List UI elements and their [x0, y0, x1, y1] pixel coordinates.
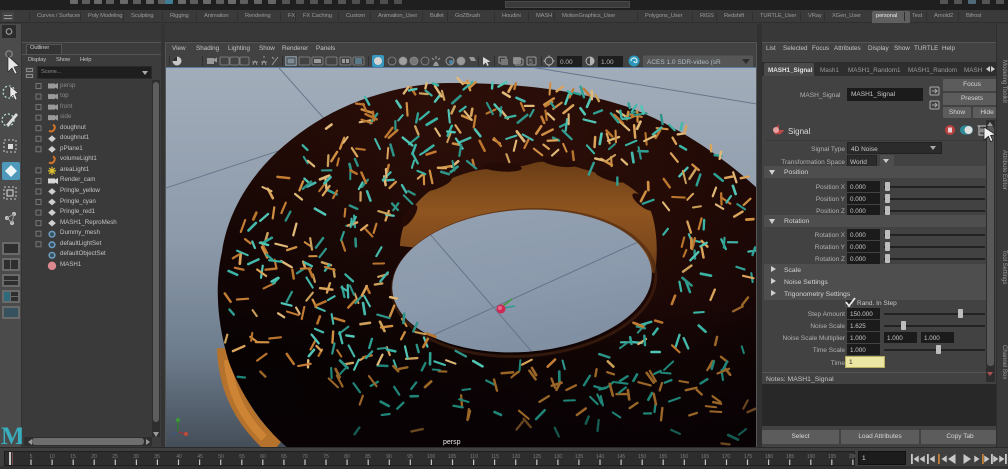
- svg-text:ACES 1.0 SDR-video (sR: ACES 1.0 SDR-video (sR: [647, 59, 721, 66]
- svg-text:190: 190: [807, 454, 816, 460]
- svg-text:80: 80: [344, 454, 350, 460]
- svg-text:15: 15: [70, 454, 76, 460]
- svg-text:175: 175: [744, 454, 753, 460]
- svg-text:5: 5: [30, 454, 33, 460]
- svg-text:55: 55: [239, 454, 245, 460]
- svg-text:0.00: 0.00: [560, 59, 573, 66]
- svg-text:160: 160: [680, 454, 689, 460]
- svg-text:1.00: 1.00: [601, 59, 614, 66]
- svg-text:75: 75: [323, 454, 329, 460]
- svg-text:100: 100: [427, 454, 436, 460]
- svg-text:95: 95: [407, 454, 413, 460]
- svg-text:140: 140: [596, 454, 605, 460]
- svg-text:170: 170: [722, 454, 731, 460]
- svg-text:35: 35: [154, 454, 160, 460]
- svg-text:20: 20: [91, 454, 97, 460]
- svg-text:115: 115: [491, 454, 499, 460]
- svg-text:135: 135: [575, 454, 584, 460]
- svg-text:155: 155: [659, 454, 668, 460]
- svg-text:30: 30: [133, 454, 139, 460]
- svg-text:70: 70: [302, 454, 308, 460]
- svg-text:110: 110: [470, 454, 478, 460]
- svg-text:105: 105: [448, 454, 457, 460]
- svg-text:130: 130: [554, 454, 563, 460]
- svg-text:5: 5: [529, 59, 533, 66]
- svg-text:Signal: Signal: [788, 127, 810, 136]
- svg-text:10: 10: [49, 454, 55, 460]
- svg-text:persp: persp: [443, 439, 461, 446]
- svg-text:60: 60: [260, 454, 266, 460]
- svg-text:45: 45: [197, 454, 203, 460]
- svg-text:125: 125: [533, 454, 542, 460]
- svg-text:150: 150: [638, 454, 647, 460]
- svg-text:85: 85: [365, 454, 371, 460]
- svg-text:180: 180: [765, 454, 774, 460]
- svg-text:200: 200: [849, 454, 855, 460]
- svg-text:145: 145: [617, 454, 626, 460]
- svg-text:40: 40: [176, 454, 182, 460]
- svg-text:25: 25: [112, 454, 118, 460]
- svg-text:165: 165: [701, 454, 710, 460]
- svg-text:185: 185: [786, 454, 795, 460]
- svg-text:90: 90: [386, 454, 392, 460]
- svg-text:120: 120: [512, 454, 521, 460]
- svg-text:195: 195: [828, 454, 837, 460]
- svg-text:65: 65: [281, 454, 287, 460]
- svg-text:50: 50: [218, 454, 224, 460]
